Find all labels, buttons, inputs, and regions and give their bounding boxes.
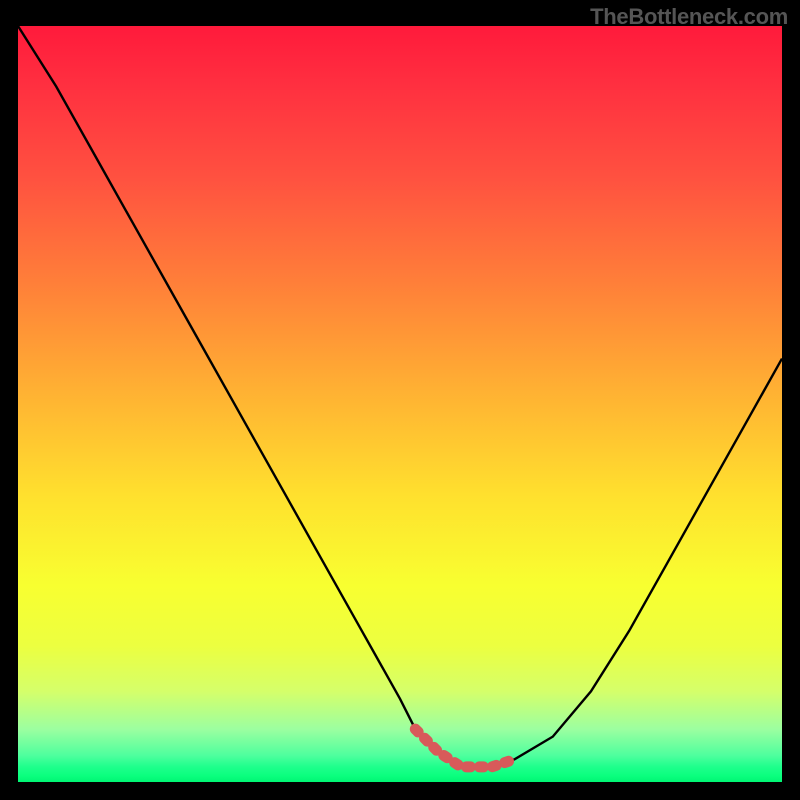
- highlight-segment: [415, 729, 514, 767]
- chart-svg: [18, 26, 782, 782]
- bottleneck-curve: [18, 26, 782, 767]
- watermark-text: TheBottleneck.com: [590, 4, 788, 30]
- chart-frame: [18, 26, 782, 782]
